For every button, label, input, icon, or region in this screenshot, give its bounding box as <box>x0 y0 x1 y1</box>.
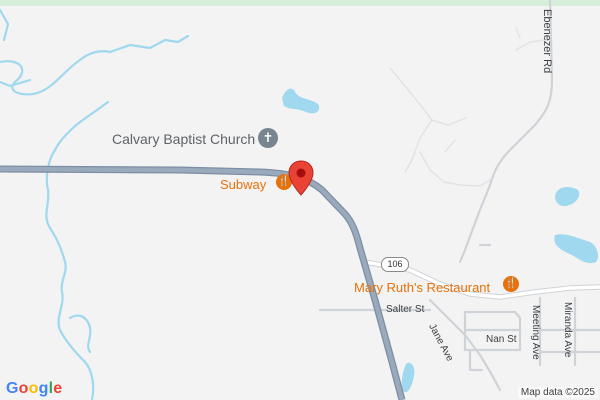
lake <box>554 234 598 264</box>
local-road <box>389 67 467 126</box>
map-view[interactable]: Calvary Baptist Church ✝ Subway 🍴 Mary R… <box>0 0 600 400</box>
local-road <box>404 119 433 173</box>
street-label-nan-st: Nan St <box>486 334 517 345</box>
poi-label-subway[interactable]: Subway <box>220 177 266 192</box>
grid-road <box>468 348 484 372</box>
highway <box>0 166 405 400</box>
street-label-ebenezer-rd: Ebenezer Rd <box>541 9 553 74</box>
local-road <box>419 151 491 187</box>
ebenezer-road <box>458 0 554 264</box>
fork-knife-icon[interactable]: 🍴 <box>503 276 519 292</box>
google-logo: Google <box>6 380 63 397</box>
stream <box>108 34 190 54</box>
street-label-meeting-ave: Meeting Ave <box>530 305 541 360</box>
stream <box>53 100 110 152</box>
park-strip <box>0 0 600 6</box>
location-pin-icon[interactable] <box>287 160 315 196</box>
church-cross-icon[interactable]: ✝ <box>258 128 278 148</box>
lake <box>401 362 415 393</box>
street-label-miranda-ave: Miranda Ave <box>562 302 573 358</box>
lake <box>555 186 580 207</box>
map-attribution[interactable]: Map data ©2025 <box>517 387 598 398</box>
lake <box>282 88 320 114</box>
street-label-salter-st: Salter St <box>386 304 425 315</box>
stream <box>0 8 10 42</box>
river <box>0 50 112 96</box>
highway-casing <box>0 165 406 400</box>
route-106-shield: 106 <box>381 257 409 272</box>
local-road <box>444 139 456 153</box>
stream <box>45 148 95 400</box>
stream <box>68 314 92 354</box>
poi-label-mary-ruths-restaurant[interactable]: Mary Ruth's Restaurant <box>354 280 490 295</box>
poi-label-church[interactable]: Calvary Baptist Church <box>112 131 255 147</box>
local-road <box>515 27 521 39</box>
